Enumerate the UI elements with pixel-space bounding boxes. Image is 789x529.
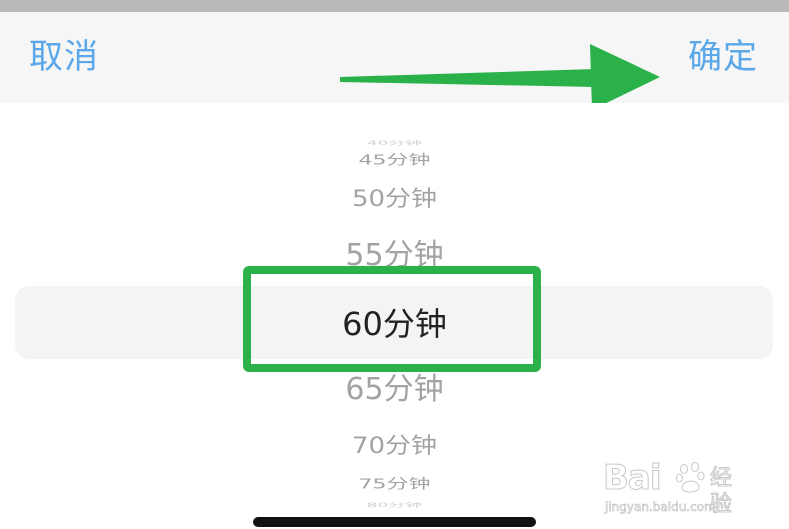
status-bar-strip [0,0,789,12]
baidu-jingyan-watermark: Bai du 经验 jingyan.baidu.com [603,460,753,520]
watermark-name: 经验 [710,466,733,518]
picker-option[interactable]: 45分钟 [0,153,789,169]
cancel-button[interactable]: 取消 [29,34,99,80]
selection-highlight-box [243,266,541,372]
picker-option[interactable]: 65分钟 [0,371,789,409]
confirm-button[interactable]: 确定 [688,34,758,80]
picker-option[interactable]: 50分钟 [0,185,789,212]
picker-option[interactable]: 40分钟 [0,140,789,147]
home-indicator[interactable] [253,517,536,527]
picker-option[interactable]: 70分钟 [0,432,789,459]
paw-icon [676,462,705,493]
picker-toolbar: 取消 确定 [0,12,789,110]
watermark-url: jingyan.baidu.com [605,500,716,515]
watermark-logo: Bai [603,458,662,498]
